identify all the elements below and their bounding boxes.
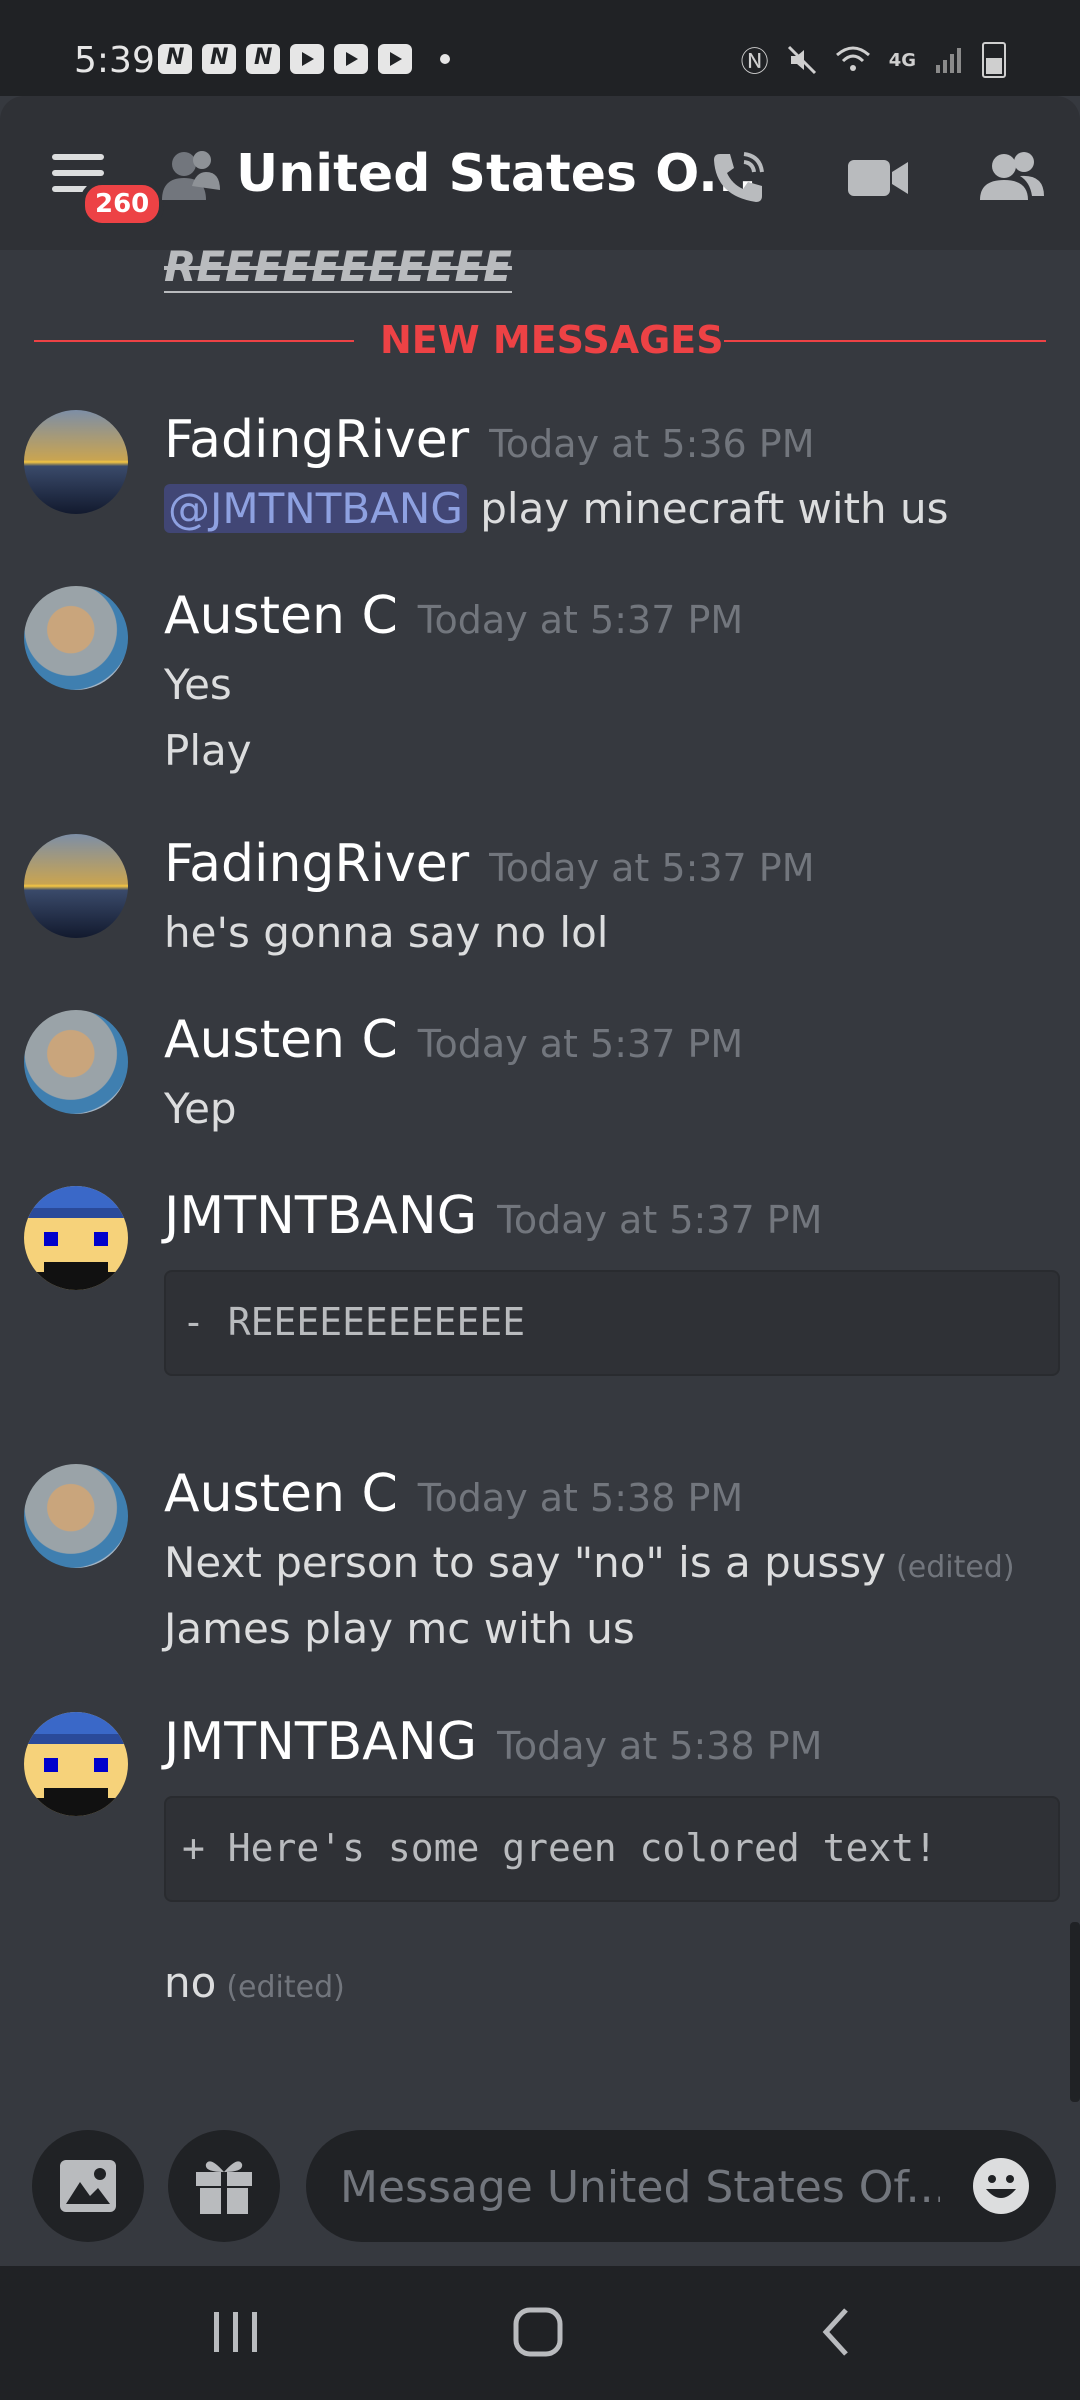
code-block: - REEEEEEEEEEEE (164, 1270, 1060, 1376)
battery-icon (982, 42, 1006, 78)
status-time: 5:39 (74, 40, 155, 81)
message-input-box (306, 2130, 1056, 2242)
new-messages-label: NEW MESSAGES (380, 318, 724, 362)
code-block: + Here's some green colored text! (164, 1796, 1060, 1902)
code-text: + Here's some green colored text! (182, 1826, 937, 1870)
scrollbar[interactable] (1070, 1922, 1080, 2102)
youtube-icon (378, 44, 412, 74)
n-app-icon (246, 44, 280, 74)
timestamp: Today at 5:38 PM (417, 1476, 744, 1520)
message-text: play minecraft with us (480, 484, 949, 533)
timestamp: Today at 5:37 PM (417, 1022, 744, 1066)
channel-title[interactable]: United States O... (236, 144, 757, 204)
message-text: James play mc with us (164, 1604, 635, 1653)
unread-badge: 260 (80, 180, 165, 228)
nfc-icon: Ⓝ (740, 45, 769, 78)
edited-label: (edited) (226, 1970, 345, 2005)
4g-lte-icon: 4G (888, 49, 916, 71)
emoji-icon[interactable] (972, 2157, 1030, 2215)
back-icon[interactable] (810, 2304, 866, 2360)
message-text: Next person to say "no" is a pussy (164, 1538, 887, 1587)
message-text: he's gonna say no lol (164, 908, 609, 957)
author-name[interactable]: Austen C (164, 1010, 398, 1070)
message-list[interactable]: REEEEEEEEEEE NEW MESSAGES FadingRiver Tod… (0, 250, 1080, 2110)
group-dm-icon (162, 151, 220, 200)
message-text: Yep (164, 1084, 237, 1133)
avatar[interactable] (24, 1712, 128, 1816)
author-name[interactable]: JMTNTBANG (164, 1712, 477, 1772)
gift-icon (196, 2161, 252, 2214)
wifi-icon (835, 46, 870, 71)
call-icon[interactable] (706, 146, 770, 210)
user-mention[interactable]: @JMTNTBANG (164, 484, 467, 533)
code-text: - REEEEEEEEEEEE (182, 1300, 526, 1344)
n-app-icon (202, 44, 236, 74)
timestamp: Today at 5:37 PM (497, 1198, 823, 1242)
more-notifications-dot (440, 54, 450, 64)
author-name[interactable]: FadingRiver (164, 410, 469, 470)
youtube-icon (334, 44, 368, 74)
notification-icons (158, 44, 450, 74)
timestamp: Today at 5:38 PM (497, 1724, 823, 1768)
message-input[interactable] (338, 2154, 942, 2220)
edited-label: (edited) (896, 1550, 1015, 1585)
mute-icon (787, 45, 816, 75)
message-composer (0, 2110, 1080, 2266)
previous-message-text: REEEEEEEEEEE (164, 250, 512, 293)
author-name[interactable]: FadingRiver (164, 834, 469, 894)
timestamp: Today at 5:37 PM (489, 846, 815, 890)
new-messages-divider: NEW MESSAGES (34, 318, 1046, 362)
video-icon[interactable] (846, 146, 910, 210)
home-icon[interactable] (510, 2304, 566, 2360)
signal-icon (936, 48, 961, 73)
avatar[interactable] (24, 1186, 128, 1290)
avatar[interactable] (24, 1464, 128, 1568)
avatar[interactable] (24, 410, 128, 514)
message-text: Play (164, 726, 252, 775)
timestamp: Today at 5:36 PM (489, 422, 815, 466)
avatar[interactable] (24, 586, 128, 690)
timestamp: Today at 5:37 PM (417, 598, 744, 642)
avatar[interactable] (24, 1010, 128, 1114)
n-app-icon (158, 44, 192, 74)
author-name[interactable]: Austen C (164, 1464, 398, 1524)
system-nav-bar (0, 2266, 1080, 2400)
message-text: Yes (164, 660, 232, 709)
message-text: no (164, 1958, 217, 2007)
members-icon[interactable] (980, 146, 1044, 210)
status-bar: 5:39 Ⓝ 4G (0, 0, 1080, 96)
system-icons: Ⓝ 4G (741, 40, 1006, 80)
recent-apps-icon[interactable] (208, 2304, 264, 2360)
avatar[interactable] (24, 834, 128, 938)
author-name[interactable]: Austen C (164, 586, 398, 646)
gift-button[interactable] (168, 2130, 280, 2242)
attach-image-button[interactable] (32, 2130, 144, 2242)
image-icon (60, 2160, 116, 2212)
author-name[interactable]: JMTNTBANG (164, 1186, 477, 1246)
youtube-icon (290, 44, 324, 74)
channel-header: 260 United States O... (0, 96, 1080, 250)
